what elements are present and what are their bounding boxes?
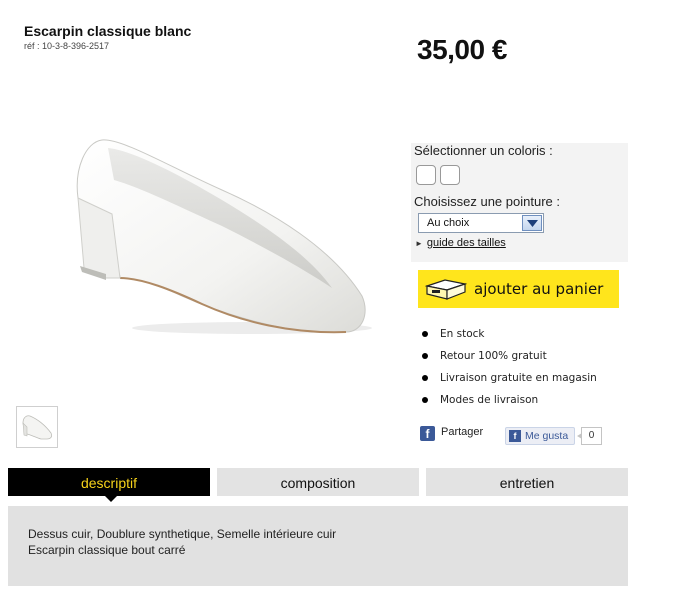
size-select[interactable]: Au choix bbox=[418, 213, 544, 233]
product-main-image bbox=[76, 139, 372, 334]
color-label: Sélectionner un coloris : bbox=[414, 143, 553, 158]
feature-text: En stock bbox=[440, 328, 485, 340]
list-item[interactable]: Livraison gratuite en magasin bbox=[420, 370, 597, 392]
feature-text[interactable]: Livraison gratuite en magasin bbox=[440, 372, 597, 384]
description-panel: Dessus cuir, Doublure synthetique, Semel… bbox=[8, 506, 628, 586]
description-line: Escarpin classique bout carré bbox=[28, 543, 186, 557]
list-item: En stock bbox=[420, 326, 597, 348]
product-title: Escarpin classique blanc bbox=[24, 23, 192, 39]
tab-descriptif[interactable]: descriptif bbox=[8, 468, 210, 502]
thumbnail-image[interactable] bbox=[16, 406, 58, 448]
feature-text[interactable]: Modes de livraison bbox=[440, 394, 538, 406]
size-guide[interactable]: ► guide des tailles bbox=[415, 237, 506, 249]
like-count: 0 bbox=[577, 427, 602, 445]
like-label: Me gusta bbox=[525, 430, 569, 442]
product-options-panel: Sélectionner un coloris : Choisissez une… bbox=[411, 143, 628, 262]
chevron-down-icon bbox=[527, 220, 538, 227]
size-select-value: Au choix bbox=[427, 217, 470, 229]
select-dropdown-button[interactable] bbox=[522, 215, 542, 231]
bullet-icon bbox=[422, 331, 428, 337]
arrow-right-icon: ► bbox=[415, 239, 423, 248]
bullet-icon bbox=[422, 397, 428, 403]
facebook-like-button[interactable]: f Me gusta bbox=[505, 427, 575, 445]
tab-entretien[interactable]: entretien bbox=[426, 468, 628, 496]
description-line: Dessus cuir, Doublure synthetique, Semel… bbox=[28, 527, 337, 541]
tab-composition[interactable]: composition bbox=[217, 468, 419, 496]
bullet-icon bbox=[422, 375, 428, 381]
feature-text[interactable]: Retour 100% gratuit bbox=[440, 350, 547, 362]
product-reference: réf : 10-3-8-396-2517 bbox=[24, 41, 110, 51]
bullet-icon bbox=[422, 353, 428, 359]
size-label: Choisissez une pointure : bbox=[414, 194, 560, 209]
add-to-cart-label: ajouter au panier bbox=[474, 280, 604, 298]
share-label[interactable]: Partager bbox=[441, 426, 483, 438]
color-swatch-1[interactable] bbox=[416, 165, 436, 185]
color-swatch-2[interactable] bbox=[440, 165, 460, 185]
add-to-cart-button[interactable]: ajouter au panier bbox=[418, 270, 619, 308]
list-item[interactable]: Modes de livraison bbox=[420, 392, 597, 414]
facebook-icon: f bbox=[420, 426, 435, 441]
shoe-thumbnail-icon bbox=[22, 415, 53, 440]
list-item[interactable]: Retour 100% gratuit bbox=[420, 348, 597, 370]
product-price: 35,00 € bbox=[417, 34, 507, 65]
size-guide-link[interactable]: guide des tailles bbox=[427, 237, 506, 249]
shoe-box-icon bbox=[425, 279, 467, 300]
feature-list: En stock Retour 100% gratuit Livraison g… bbox=[420, 326, 597, 414]
facebook-icon: f bbox=[509, 430, 521, 442]
